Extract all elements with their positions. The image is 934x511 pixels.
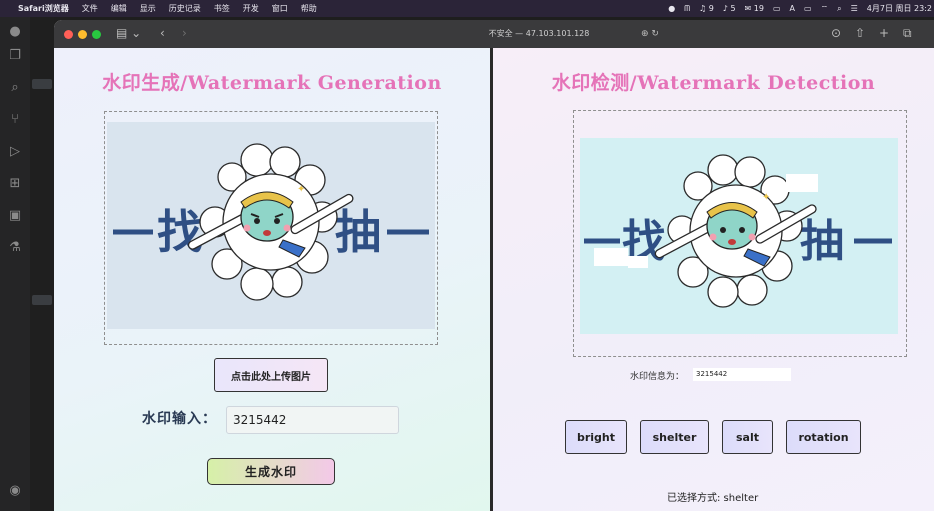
- menu-view[interactable]: 显示: [140, 3, 156, 14]
- menu-edit[interactable]: 编辑: [111, 3, 127, 14]
- minimize-button[interactable]: [78, 30, 87, 39]
- source-image: 找 抽 ✦: [107, 122, 435, 329]
- menubar-clock[interactable]: 4月7日 周日 23:2: [867, 3, 932, 14]
- editor-activity-bar: ● ❐ ⌕ ⑂ ▷ ⊞ ▣ ⚗ ◉: [0, 17, 30, 511]
- watermark-info-label: 水印信息为：: [630, 372, 685, 382]
- svg-text:✦: ✦: [297, 184, 305, 195]
- menu-file[interactable]: 文件: [82, 3, 98, 14]
- reload-icon[interactable]: ⊕ ↻: [641, 29, 659, 39]
- status-badge-2[interactable]: ♪ 5: [723, 4, 736, 13]
- download-icon[interactable]: ⊙: [831, 26, 841, 40]
- method-shelter-button[interactable]: shelter: [640, 420, 709, 454]
- generation-panel: 水印生成/Watermark Generation 找 抽 ✦ 点击此处上传图片…: [54, 48, 490, 511]
- testing-icon[interactable]: ⚗: [6, 239, 24, 257]
- sidebar-toggle-icon[interactable]: ▤ ⌄: [116, 26, 141, 40]
- svg-text:抽: 抽: [800, 216, 844, 267]
- detection-panel: 水印检测/Watermark Detection 找 抽 ✦ 水印信息为： 32…: [493, 48, 934, 511]
- method-bright-button[interactable]: bright: [565, 420, 627, 454]
- account-icon[interactable]: ◉: [6, 482, 24, 500]
- share-icon[interactable]: ⇧: [855, 26, 865, 40]
- run-debug-icon[interactable]: ▷: [6, 143, 24, 161]
- generation-title: 水印生成/Watermark Generation: [102, 72, 442, 94]
- url-text: 不安全 — 47.103.101.128: [488, 29, 590, 38]
- editor-sidebar: [30, 17, 54, 511]
- macos-menubar: Safari浏览器 文件 编辑 显示 历史记录 书签 开发 窗口 帮助 ● ᗰ …: [0, 0, 934, 17]
- list-item[interactable]: [32, 295, 52, 305]
- address-bar[interactable]: 不安全 — 47.103.101.128: [354, 25, 724, 43]
- detection-dropzone[interactable]: 找 抽 ✦: [573, 110, 907, 357]
- generate-watermark-button[interactable]: 生成水印: [207, 458, 335, 485]
- close-button[interactable]: [64, 30, 73, 39]
- menu-help[interactable]: 帮助: [301, 3, 317, 14]
- remote-icon[interactable]: ▣: [6, 207, 24, 225]
- menu-app-name[interactable]: Safari浏览器: [18, 3, 69, 14]
- watermark-info-value: 3215442: [693, 368, 791, 381]
- tab-overview-icon[interactable]: ⧉: [903, 26, 912, 41]
- status-record-icon[interactable]: ●: [668, 4, 675, 13]
- search-icon[interactable]: ⌕: [837, 4, 841, 14]
- search-icon[interactable]: ⌕: [6, 79, 24, 97]
- page-content: 水印生成/Watermark Generation 找 抽 ✦ 点击此处上传图片…: [54, 48, 934, 511]
- back-icon[interactable]: ‹: [160, 26, 165, 40]
- battery-icon[interactable]: ▭: [804, 4, 812, 13]
- status-input-method[interactable]: A: [790, 4, 795, 13]
- status-screen-icon[interactable]: ▭: [773, 4, 781, 13]
- svg-text:找: 找: [157, 205, 203, 259]
- svg-text:✦: ✦: [762, 192, 770, 203]
- mascot-illustration-attacked: 找 抽 ✦: [584, 154, 892, 308]
- method-rotation-button[interactable]: rotation: [786, 420, 861, 454]
- status-badge-wechat[interactable]: ✉ 19: [745, 4, 764, 13]
- list-item[interactable]: [32, 79, 52, 89]
- upload-dropzone[interactable]: 找 抽 ✦: [104, 111, 438, 345]
- detected-image: 找 抽 ✦: [580, 138, 898, 334]
- selected-method-text: 已选择方式: shelter: [667, 493, 759, 504]
- browser-toolbar: ▤ ⌄ ‹ › 不安全 — 47.103.101.128 ⊕ ↻ ⊙ ⇧ + ⧉: [54, 20, 934, 48]
- safari-window: ▤ ⌄ ‹ › 不安全 — 47.103.101.128 ⊕ ↻ ⊙ ⇧ + ⧉…: [54, 20, 934, 511]
- status-badge-1[interactable]: ♫ 9: [699, 4, 714, 13]
- upload-image-button[interactable]: 点击此处上传图片: [214, 358, 328, 392]
- wifi-icon[interactable]: ⌔: [821, 4, 829, 14]
- detection-title: 水印检测/Watermark Detection: [551, 72, 876, 94]
- source-control-icon[interactable]: ⑂: [6, 111, 24, 129]
- menu-window[interactable]: 窗口: [272, 3, 288, 14]
- window-controls-icon: ●: [9, 24, 21, 39]
- new-tab-icon[interactable]: +: [879, 26, 889, 40]
- watermark-input[interactable]: 3215442: [226, 406, 399, 434]
- menu-history[interactable]: 历史记录: [169, 3, 201, 14]
- control-center-icon[interactable]: ☰: [851, 4, 858, 13]
- forward-icon[interactable]: ›: [182, 26, 187, 40]
- svg-text:抽: 抽: [335, 205, 381, 259]
- menu-bookmarks[interactable]: 书签: [214, 3, 230, 14]
- menu-develop[interactable]: 开发: [243, 3, 259, 14]
- mascot-illustration: 找 抽 ✦: [113, 143, 429, 301]
- explorer-icon[interactable]: ❐: [6, 47, 24, 65]
- zoom-button[interactable]: [92, 30, 101, 39]
- method-salt-button[interactable]: salt: [722, 420, 773, 454]
- status-app-icon[interactable]: ᗰ: [684, 4, 690, 14]
- watermark-input-label: 水印输入：: [142, 411, 217, 427]
- extensions-icon[interactable]: ⊞: [6, 175, 24, 193]
